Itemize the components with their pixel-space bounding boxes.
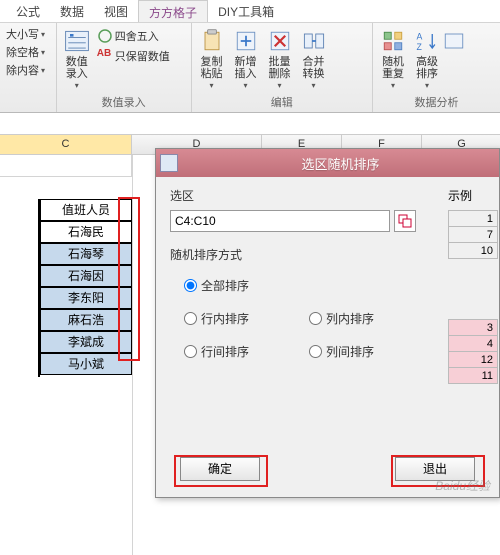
chevron-down-icon: ▾ (41, 30, 45, 39)
ok-button[interactable]: 确定 (180, 457, 260, 481)
tab-view[interactable]: 视图 (94, 0, 138, 22)
chevron-down-icon: ▾ (41, 48, 45, 57)
cell-header[interactable]: 值班人员 (40, 199, 132, 221)
radio-col-between[interactable]: 列间排序 (309, 343, 374, 360)
group-label: 数值录入 (61, 93, 187, 111)
cell[interactable]: 石海因 (40, 265, 132, 287)
case-button[interactable]: 大小写▾ (4, 25, 52, 43)
insert-icon (232, 27, 260, 55)
dialog-title: 选区随机排序 (182, 154, 499, 173)
ribbon-tabs: 公式 数据 视图 方方格子 DIY工具箱 (0, 0, 500, 23)
group-label: 编辑 (196, 93, 369, 111)
chevron-down-icon: ▾ (75, 81, 79, 90)
tab-diy[interactable]: DIY工具箱 (208, 0, 284, 22)
range-input[interactable] (170, 210, 390, 232)
tab-ffgz[interactable]: 方方格子 (138, 0, 208, 22)
number-input-button[interactable]: 数值 录入 ▾ (61, 25, 93, 93)
chevron-down-icon: ▾ (41, 66, 45, 75)
batch-delete-button[interactable]: 批量 删除▾ (264, 25, 296, 93)
formula-bar[interactable] (0, 113, 500, 135)
merge-icon (300, 27, 328, 55)
round-button[interactable]: 四舍五入 (95, 27, 172, 45)
delete-icon (266, 27, 294, 55)
random-sort-dialog: 选区随机排序 选区 随机排序方式 全部排序 行内排序 列内排序 行间排序 列间排… (155, 148, 500, 498)
svg-text:A: A (417, 31, 423, 41)
cell[interactable]: 麻石浩 (40, 309, 132, 331)
sort-icon: AZ (413, 27, 441, 55)
number-input-icon (63, 27, 91, 55)
exit-button[interactable]: 退出 (395, 457, 475, 481)
example-table-bottom: 3 4 12 11 (448, 319, 498, 384)
adv-sort-button[interactable]: AZ高级 排序▾ (411, 25, 443, 93)
more-icon[interactable] (440, 27, 468, 55)
cell[interactable]: 马小斌 (40, 353, 132, 375)
copy-paste-button[interactable]: 复制 粘贴▾ (196, 25, 228, 93)
range-picker-icon (398, 214, 412, 228)
clear-content-button[interactable]: 除内容▾ (4, 61, 52, 79)
trim-spaces-button[interactable]: 除空格▾ (4, 43, 52, 61)
col-header[interactable]: C (0, 135, 132, 154)
mode-label: 随机排序方式 (170, 246, 485, 263)
radio-row-between[interactable]: 行间排序 (184, 343, 249, 360)
example-panel: 示例 1 7 10 3 4 12 11 (444, 187, 499, 384)
group-label: 数据分析 (377, 93, 496, 111)
svg-text:Z: Z (417, 42, 423, 52)
range-label: 选区 (170, 187, 485, 204)
range-picker-button[interactable] (394, 210, 416, 232)
random-icon (379, 27, 407, 55)
example-table-top: 1 7 10 (448, 210, 498, 259)
cell[interactable]: 石海民 (40, 221, 132, 243)
merge-button[interactable]: 合并 转换▾ (298, 25, 330, 93)
radio-all[interactable]: 全部排序 (184, 277, 249, 294)
random-repeat-button[interactable]: 随机 重复▾ (377, 25, 409, 93)
cell[interactable]: 石海琴 (40, 243, 132, 265)
cell[interactable]: 李东阳 (40, 287, 132, 309)
tab-formula[interactable]: 公式 (6, 0, 50, 22)
radio-col-in[interactable]: 列内排序 (309, 310, 374, 327)
tab-data[interactable]: 数据 (50, 0, 94, 22)
cell[interactable]: 李斌成 (40, 331, 132, 353)
clipboard-icon (198, 27, 226, 55)
insert-button[interactable]: 新增 插入▾ (230, 25, 262, 93)
ribbon-body: 大小写▾ 除空格▾ 除内容▾ 数值 录入 ▾ 四舍五入 AB只保留数值 数值录入… (0, 23, 500, 113)
dialog-titlebar[interactable]: 选区随机排序 (156, 149, 499, 177)
round-icon (97, 28, 113, 44)
keep-values-button[interactable]: AB只保留数值 (95, 47, 172, 65)
abc-icon: AB (97, 48, 113, 64)
radio-row-in[interactable]: 行内排序 (184, 310, 249, 327)
dialog-sysicon (160, 154, 178, 172)
